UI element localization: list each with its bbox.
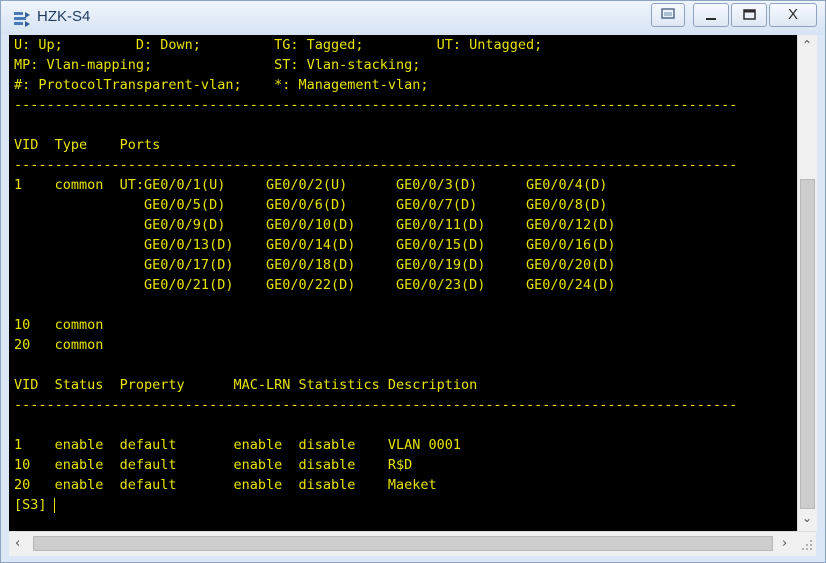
console-line: 20 enable default enable disable Maeket	[14, 477, 437, 493]
console-line: U: Up; D: Down; TG: Tagged; UT: Untagged…	[14, 37, 543, 53]
title-bar[interactable]: HZK-S4 X	[1, 1, 825, 35]
console-line: #: ProtocolTransparent-vlan; *: Manageme…	[14, 77, 429, 93]
console-line: GE0/0/5(D) GE0/0/6(D) GE0/0/7(D) GE0/0/8…	[14, 197, 608, 213]
maximize-button[interactable]	[731, 3, 767, 27]
scroll-left-icon[interactable]: ‹	[15, 536, 20, 551]
scroll-right-icon[interactable]: ›	[782, 536, 787, 551]
console-line: VID Type Ports	[14, 137, 161, 153]
restore-icon	[661, 8, 675, 19]
console-line: GE0/0/13(D) GE0/0/14(D) GE0/0/15(D) GE0/…	[14, 237, 616, 253]
console-separator: ----------------------------------------…	[14, 397, 738, 413]
scroll-up-icon[interactable]: ⌃	[802, 38, 812, 52]
console-separator: ----------------------------------------…	[14, 97, 738, 113]
console-line: 1 enable default enable disable VLAN 000…	[14, 437, 462, 453]
network-switch-icon	[14, 12, 30, 27]
close-button[interactable]: X	[769, 3, 817, 27]
console-line: 20 common	[14, 337, 104, 353]
text-cursor	[54, 498, 55, 513]
console-line: 10 common	[14, 317, 104, 333]
console-line: VID Status Property MAC-LRN Statistics D…	[14, 377, 478, 393]
console-line: GE0/0/21(D) GE0/0/22(D) GE0/0/23(D) GE0/…	[14, 277, 616, 293]
terminal-window: HZK-S4 X U: Up; D: Down; TG: Tagged; UT:…	[0, 0, 826, 563]
console-line: GE0/0/9(D) GE0/0/10(D) GE0/0/11(D) GE0/0…	[14, 217, 616, 233]
minimize-button[interactable]	[693, 3, 729, 27]
close-icon: X	[787, 6, 798, 23]
restore-button[interactable]	[651, 3, 685, 27]
horizontal-scroll-thumb[interactable]	[33, 536, 773, 551]
horizontal-scrollbar[interactable]: ‹ ›	[9, 531, 816, 556]
window-title: HZK-S4	[37, 8, 91, 25]
resize-grip-icon[interactable]	[800, 538, 814, 552]
minimize-icon	[706, 18, 716, 20]
vertical-scrollbar[interactable]: ⌃ ⌄	[797, 35, 817, 531]
console-separator: ----------------------------------------…	[14, 157, 738, 173]
command-prompt: [S3]	[14, 497, 47, 513]
console-line: GE0/0/17(D) GE0/0/18(D) GE0/0/19(D) GE0/…	[14, 257, 616, 273]
terminal-output[interactable]: U: Up; D: Down; TG: Tagged; UT: Untagged…	[9, 35, 797, 531]
maximize-icon	[743, 9, 756, 20]
console-line: 1 common UT:GE0/0/1(U) GE0/0/2(U) GE0/0/…	[14, 177, 608, 193]
console-line: 10 enable default enable disable R$D	[14, 457, 413, 473]
vertical-scroll-thumb[interactable]	[800, 179, 815, 509]
scroll-down-icon[interactable]: ⌄	[802, 511, 812, 525]
console-line: MP: Vlan-mapping; ST: Vlan-stacking;	[14, 57, 421, 73]
